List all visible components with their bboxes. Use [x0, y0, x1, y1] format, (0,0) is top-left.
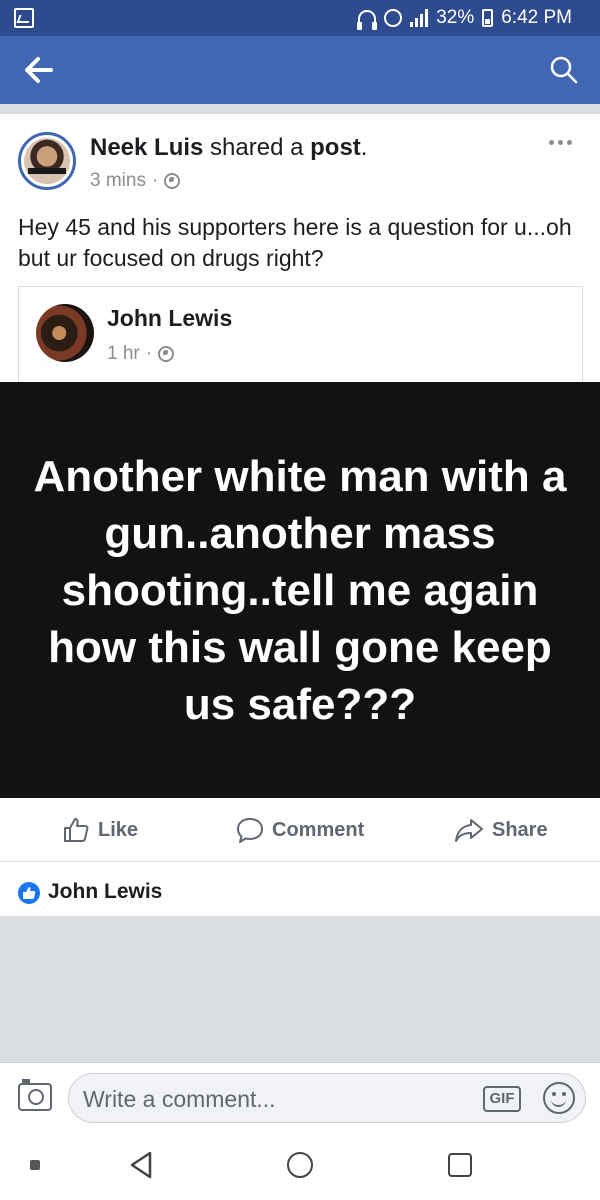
shared-label: shared a: [203, 134, 311, 161]
comments-area: [0, 916, 600, 1062]
emoji-icon[interactable]: [543, 1082, 575, 1114]
avatar-photo: [24, 138, 70, 184]
nav-back-icon: [130, 1151, 152, 1179]
reaction-user-name: John Lewis: [48, 880, 163, 903]
battery-percent: 32%: [436, 7, 475, 28]
post-header: Neek Luis shared a post.: [90, 134, 367, 162]
status-bar: 32% 6:42 PM: [0, 0, 600, 36]
post-actions: Like Comment Share: [0, 798, 600, 862]
share-arrow-icon: [455, 819, 483, 842]
nav-indicator-icon: [30, 1160, 40, 1170]
back-arrow-icon: [25, 57, 53, 83]
camera-icon[interactable]: [18, 1079, 52, 1111]
post-meta: 3 mins ·: [90, 170, 181, 192]
system-nav-bar: [0, 1132, 600, 1200]
globe-icon: [158, 346, 175, 362]
shared-post-time[interactable]: 1 hr: [107, 343, 140, 365]
meta-separator: ·: [145, 343, 153, 364]
share-button[interactable]: Share: [454, 816, 548, 844]
image-text: Another white man with a gun..another ma…: [33, 451, 567, 729]
signal-icon: [410, 9, 429, 27]
globe-icon: [164, 173, 181, 189]
post-text: Hey 45 and his supporters here is a ques…: [18, 214, 572, 271]
shared-post-card[interactable]: John Lewis 1 hr ·: [18, 286, 583, 382]
comment-input[interactable]: Write a comment... GIF: [68, 1073, 586, 1123]
reactions-row[interactable]: John Lewis: [0, 862, 600, 916]
alarm-icon: [384, 9, 403, 27]
comment-label: Comment: [272, 818, 365, 841]
gif-button[interactable]: GIF: [483, 1086, 521, 1112]
comment-button[interactable]: Comment: [236, 816, 364, 844]
more-dot-icon: [558, 140, 563, 145]
headset-icon: [357, 10, 378, 30]
post-time[interactable]: 3 mins: [90, 170, 146, 192]
share-label: Share: [492, 818, 548, 841]
author-avatar[interactable]: [18, 132, 76, 190]
comment-placeholder: Write a comment...: [83, 1086, 276, 1112]
more-dot-icon: [549, 140, 554, 145]
like-button[interactable]: Like: [62, 816, 138, 844]
image-icon: [14, 8, 34, 28]
search-button[interactable]: [550, 56, 578, 84]
nav-recent-apps-button[interactable]: [448, 1153, 472, 1177]
more-options-button[interactable]: [549, 140, 572, 145]
comment-bar: Write a comment... GIF: [0, 1062, 600, 1132]
comment-icon: [237, 818, 263, 843]
app-bar: [0, 36, 600, 104]
more-dot-icon: [567, 140, 572, 145]
post-link[interactable]: post: [310, 134, 361, 161]
shared-post-meta: 1 hr ·: [107, 343, 175, 365]
shared-image[interactable]: Another white man with a gun..another ma…: [0, 382, 600, 798]
author-name[interactable]: Neek Luis: [90, 134, 203, 161]
search-icon: [550, 56, 578, 84]
shared-author-avatar[interactable]: [36, 304, 94, 362]
header-period: .: [360, 134, 368, 161]
thumbs-up-icon: [64, 818, 89, 842]
nav-back-button[interactable]: [128, 1150, 154, 1185]
shared-author-name[interactable]: John Lewis: [107, 305, 232, 332]
back-button[interactable]: [24, 56, 54, 84]
like-label: Like: [98, 818, 139, 841]
like-reaction-icon: [18, 882, 40, 904]
status-icons: 32% 6:42 PM: [357, 7, 572, 30]
meta-separator: ·: [151, 170, 159, 191]
battery-icon: [482, 9, 494, 27]
clock: 6:42 PM: [501, 7, 572, 28]
nav-home-button[interactable]: [287, 1152, 313, 1178]
feed-divider: [0, 104, 600, 114]
